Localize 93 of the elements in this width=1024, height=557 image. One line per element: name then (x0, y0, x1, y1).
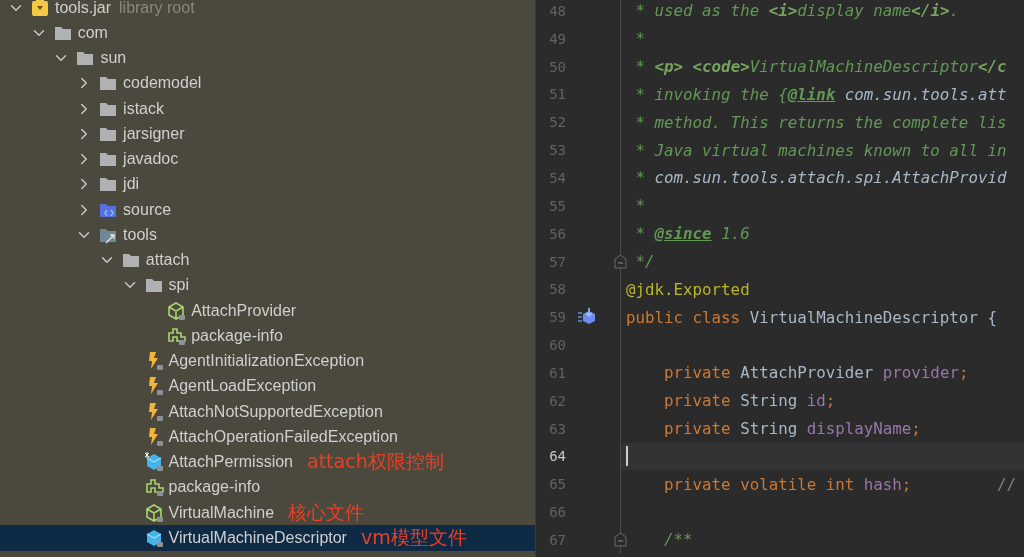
tree-item-label: sun (100, 49, 127, 68)
tree-row[interactable]: jdi (0, 171, 535, 197)
code-line: * (634, 196, 646, 216)
tree-item-suffix: library root (119, 0, 195, 17)
tree-item-label: package-info (168, 478, 261, 497)
line-number: 54 (548, 170, 566, 186)
tree-row[interactable]: tools (0, 222, 535, 248)
line-number: 66 (548, 504, 566, 521)
annotation-note: 核心文件 (288, 499, 365, 525)
tree-item-label: jdi (123, 175, 140, 194)
code-line: /** (663, 530, 693, 550)
tree-row[interactable]: com (0, 20, 535, 46)
tree-row[interactable]: attach (0, 247, 535, 273)
code-line: * Java virtual machines known to all in (634, 140, 1007, 160)
tree-item-label: tools (123, 225, 157, 244)
line-number: 64 (548, 448, 566, 465)
tree-row[interactable]: tools.jar library root (0, 0, 535, 21)
tree-row[interactable]: spi (0, 272, 535, 298)
tree-item-label: AttachPermission (168, 453, 293, 472)
code-line: private AttachProvider provider; (663, 363, 969, 383)
line-number: 60 (548, 337, 566, 354)
cube-icon (143, 502, 164, 523)
tree-row[interactable]: AttachOperationFailedException (0, 424, 535, 450)
tree-row[interactable]: VirtualMachineDescriptor vm模型文件 (0, 525, 535, 551)
tree-row[interactable]: codemodel (0, 70, 535, 96)
text-cursor (626, 446, 628, 467)
tree-item-label: VirtualMachine (168, 503, 275, 522)
tree-item-label: attach (145, 251, 190, 270)
code-line: private String id; (663, 391, 836, 411)
code-line: * used as the <i>display name</i>. (634, 1, 959, 21)
tree-item-label: source (123, 200, 172, 219)
line-number: 62 (548, 392, 566, 409)
tree-row[interactable]: sun (0, 45, 535, 71)
code-line: * <p> <code>VirtualMachineDescriptor</c (634, 57, 1007, 77)
line-number: 61 (548, 364, 566, 381)
line-number: 48 (548, 2, 566, 19)
tree-row[interactable]: javadoc (0, 146, 535, 172)
code-line: * (634, 29, 646, 49)
code-line: */ (634, 252, 655, 271)
tree-item-label: AttachProvider (191, 301, 297, 320)
line-number: 55 (548, 197, 566, 214)
tree-item-label: VirtualMachineDescriptor (168, 528, 347, 547)
tree-item-label: codemodel (123, 74, 202, 93)
tree-item-label: AttachOperationFailedException (168, 427, 398, 446)
tree-row[interactable]: VirtualMachine 核心文件 (0, 500, 535, 526)
package-icon (166, 325, 187, 346)
tree-item-label: tools.jar (55, 0, 112, 17)
tree-item-label: package-info (191, 326, 283, 345)
tree-row[interactable]: jarsigner (0, 121, 535, 147)
implemented-icon[interactable] (577, 308, 597, 327)
line-number: 58 (548, 281, 566, 298)
line-number: 67 (548, 531, 566, 548)
tree-row[interactable]: source (0, 197, 535, 223)
code-line: @jdk.Exported (625, 279, 750, 299)
tree-item-label: javadoc (123, 150, 179, 169)
line-number: 53 (548, 142, 566, 159)
line-number: 51 (548, 86, 566, 103)
jar-icon (30, 0, 50, 18)
cube-icon (143, 452, 164, 473)
line-number: 63 (548, 420, 566, 437)
annotation-note: attach权限控制 (307, 449, 444, 475)
code-line: * com.sun.tools.attach.spi.AttachProvid (634, 168, 1007, 188)
annotation-note: vm模型文件 (360, 524, 467, 550)
line-number: 49 (548, 30, 566, 47)
cube-icon (166, 300, 187, 321)
tree-item-label: jarsigner (123, 124, 185, 143)
code-line: public class VirtualMachineDescriptor { (625, 307, 997, 327)
tree-row[interactable]: istack (0, 96, 535, 122)
tree-row[interactable]: AttachPermission attach权限控制 (0, 449, 535, 475)
code-line: * invoking the {@link com.sun.tools.att (634, 84, 1007, 104)
code-line: private volatile int hash; // (663, 474, 1016, 494)
tree-row[interactable]: package-info (0, 474, 535, 500)
tree-row[interactable]: AttachNotSupportedException (0, 399, 535, 425)
line-number: 65 (548, 476, 566, 493)
line-number: 52 (548, 114, 566, 131)
tree-row[interactable]: AgentLoadException (0, 373, 535, 399)
code-line: private String displayName; (663, 419, 921, 439)
line-number: 56 (548, 225, 566, 242)
code-line: * @since 1.6 (634, 224, 750, 244)
package-icon (143, 477, 164, 498)
tree-item-label: AgentInitializationException (168, 352, 365, 371)
tree-item-label: AgentLoadException (168, 377, 317, 396)
code-line: * method. This returns the complete lis (634, 112, 1007, 132)
tree-item-label: com (77, 23, 108, 42)
tree-row[interactable]: AttachProvider (0, 298, 535, 324)
tree-row[interactable]: AgentInitializationException (0, 348, 535, 374)
tree-item-label: AttachNotSupportedException (168, 402, 383, 421)
tree-row[interactable]: package-info (0, 323, 535, 349)
tree-item-label: spi (168, 276, 189, 295)
line-number: 50 (548, 58, 566, 75)
tree-item-label: istack (123, 99, 164, 118)
line-number: 57 (548, 253, 566, 270)
line-number: 59 (548, 309, 566, 326)
